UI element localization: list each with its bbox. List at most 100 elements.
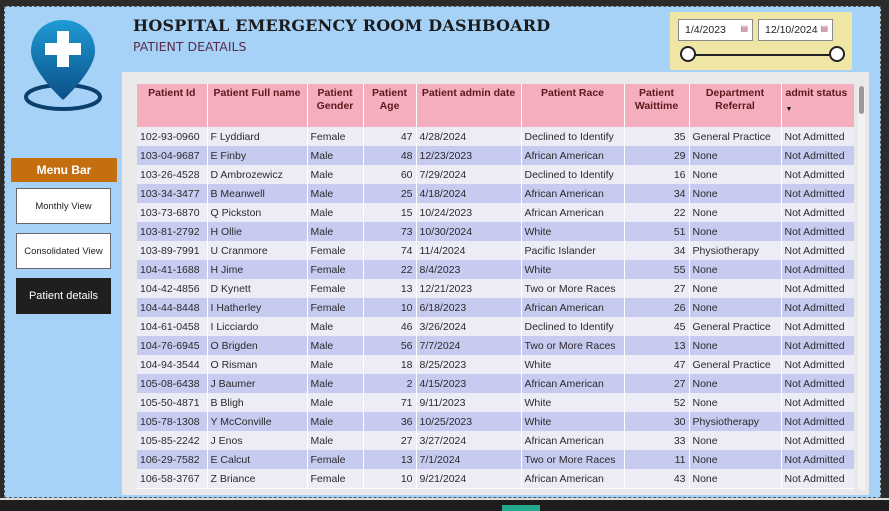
table-cell: Not Admitted	[781, 260, 854, 279]
table-cell: 105-08-6438	[137, 374, 208, 393]
table-cell: 4/28/2024	[416, 127, 522, 146]
table-cell: I Licciardo	[207, 317, 308, 336]
table-row[interactable]: 103-04-9687 E Finby Male 48 12/23/2023 Africa…	[137, 146, 854, 165]
table-cell: 8/25/2023	[416, 355, 522, 374]
column-header-race[interactable]: Patient Race	[521, 84, 625, 127]
calendar-icon[interactable]: ▤	[820, 24, 828, 33]
table-row[interactable]: 103-89-7991 U Cranmore Female 74 11/4/2024 Pa…	[137, 241, 854, 260]
column-header-department-referral[interactable]: Department Referral	[689, 84, 782, 127]
calendar-icon[interactable]: ▤	[740, 24, 748, 33]
table-cell: 103-73-6870	[137, 203, 208, 222]
end-date-input[interactable]: 12/10/2024 ▤	[758, 19, 833, 41]
patient-table: Patient Id Patient Full name Patient Gen…	[137, 84, 854, 488]
table-cell: 56	[363, 336, 417, 355]
table-cell: White	[521, 412, 625, 431]
table-cell: H Ollie	[207, 222, 308, 241]
table-row[interactable]: 102-93-0960 F Lyddiard Female 47 4/28/2024 De…	[137, 127, 854, 146]
date-slider-end-handle[interactable]	[829, 46, 845, 62]
table-cell: 104-94-3544	[137, 355, 208, 374]
table-cell: 18	[363, 355, 417, 374]
table-cell: None	[689, 279, 782, 298]
table-cell: 22	[624, 203, 690, 222]
column-header-admin-date[interactable]: Patient admin date	[416, 84, 522, 127]
table-row[interactable]: 105-85-2242 J Enos Male 27 3/27/2024 African …	[137, 431, 854, 450]
table-cell: 25	[363, 184, 417, 203]
table-cell: 27	[624, 374, 690, 393]
table-row[interactable]: 105-78-1308 Y McConville Male 36 10/25/2023 W…	[137, 412, 854, 431]
table-cell: 4/15/2023	[416, 374, 522, 393]
table-cell: Not Admitted	[781, 412, 854, 431]
table-cell: Not Admitted	[781, 165, 854, 184]
table-cell: 16	[624, 165, 690, 184]
table-row[interactable]: 104-41-1688 H Jime Female 22 8/4/2023 White 55…	[137, 260, 854, 279]
table-cell: 9/11/2023	[416, 393, 522, 412]
column-header-admit-status-label: admit status	[785, 87, 848, 99]
table-cell: 104-44-8448	[137, 298, 208, 317]
monthly-view-button[interactable]: Monthly View	[16, 188, 111, 224]
dashboard-title: HOSPITAL EMERGENCY ROOM DASHBOARD	[133, 16, 551, 35]
table-row[interactable]: 104-42-4856 D Kynett Female 13 12/21/2023 Two…	[137, 279, 854, 298]
table-cell: 52	[624, 393, 690, 412]
table-cell: Male	[307, 393, 364, 412]
table-scrollbar[interactable]	[858, 86, 865, 490]
column-header-patient-id[interactable]: Patient Id	[137, 84, 208, 127]
table-row[interactable]: 106-29-7582 E Calcut Female 13 7/1/2024 Two o…	[137, 450, 854, 469]
table-cell: Not Admitted	[781, 203, 854, 222]
table-cell: African American	[521, 374, 625, 393]
table-cell: 12/21/2023	[416, 279, 522, 298]
table-row[interactable]: 103-81-2792 H Ollie Male 73 10/30/2024 White 5…	[137, 222, 854, 241]
table-cell: O Risman	[207, 355, 308, 374]
table-cell: 34	[624, 241, 690, 260]
table-cell: 13	[363, 279, 417, 298]
table-cell: Male	[307, 355, 364, 374]
table-cell: 74	[363, 241, 417, 260]
table-cell: Male	[307, 336, 364, 355]
table-row[interactable]: 104-61-0458 I Licciardo Male 46 3/26/2024 Dec…	[137, 317, 854, 336]
table-cell: Female	[307, 127, 364, 146]
table-cell: H Jime	[207, 260, 308, 279]
column-header-admit-status[interactable]: admit status ▼	[781, 84, 854, 127]
date-slider-start-handle[interactable]	[680, 46, 696, 62]
table-cell: U Cranmore	[207, 241, 308, 260]
end-date-value: 12/10/2024	[765, 24, 818, 36]
column-header-waittime[interactable]: Patient Waittime	[624, 84, 690, 127]
table-cell: African American	[521, 431, 625, 450]
table-row[interactable]: 106-58-3767 Z Briance Female 10 9/21/2024 Afr…	[137, 469, 854, 488]
table-cell: J Baumer	[207, 374, 308, 393]
table-cell: 106-58-3767	[137, 469, 208, 488]
page-tab-strip	[0, 500, 889, 511]
consolidated-view-button[interactable]: Consolidated View	[16, 233, 111, 269]
table-cell: Y McConville	[207, 412, 308, 431]
table-row[interactable]: 104-76-6945 O Brigden Male 56 7/7/2024 Two or…	[137, 336, 854, 355]
table-row[interactable]: 105-50-4871 B Bligh Male 71 9/11/2023 White 52…	[137, 393, 854, 412]
table-cell: 4/18/2024	[416, 184, 522, 203]
column-header-age[interactable]: Patient Age	[363, 84, 417, 127]
start-date-input[interactable]: 1/4/2023 ▤	[678, 19, 753, 41]
table-row[interactable]: 104-44-8448 I Hatherley Female 10 6/18/2023 A…	[137, 298, 854, 317]
table-cell: 7/7/2024	[416, 336, 522, 355]
table-cell: 103-89-7991	[137, 241, 208, 260]
column-header-full-name[interactable]: Patient Full name	[207, 84, 308, 127]
table-cell: Two or More Races	[521, 450, 625, 469]
table-row[interactable]: 103-34-3477 B Meanwell Male 25 4/18/2024 Afri…	[137, 184, 854, 203]
table-cell: Male	[307, 412, 364, 431]
sort-descending-icon[interactable]: ▼	[786, 103, 852, 116]
table-cell: 46	[363, 317, 417, 336]
table-cell: Physiotherapy	[689, 241, 782, 260]
column-header-gender[interactable]: Patient Gender	[307, 84, 364, 127]
table-cell: African American	[521, 203, 625, 222]
table-cell: 30	[624, 412, 690, 431]
table-cell: Not Admitted	[781, 450, 854, 469]
table-cell: Female	[307, 279, 364, 298]
table-cell: 10	[363, 469, 417, 488]
date-slider-track[interactable]	[688, 54, 838, 56]
active-page-tab[interactable]	[502, 505, 540, 511]
table-cell: Pacific Islander	[521, 241, 625, 260]
table-cell: Two or More Races	[521, 279, 625, 298]
table-scrollbar-thumb[interactable]	[859, 86, 864, 114]
table-row[interactable]: 103-26-4528 D Ambrozewicz Male 60 7/29/2024 D…	[137, 165, 854, 184]
patient-details-button[interactable]: Patient details	[16, 278, 111, 314]
table-row[interactable]: 103-73-6870 Q Pickston Male 15 10/24/2023 Afr…	[137, 203, 854, 222]
table-row[interactable]: 104-94-3544 O Risman Male 18 8/25/2023 White 4…	[137, 355, 854, 374]
table-row[interactable]: 105-08-6438 J Baumer Male 2 4/15/2023 African…	[137, 374, 854, 393]
